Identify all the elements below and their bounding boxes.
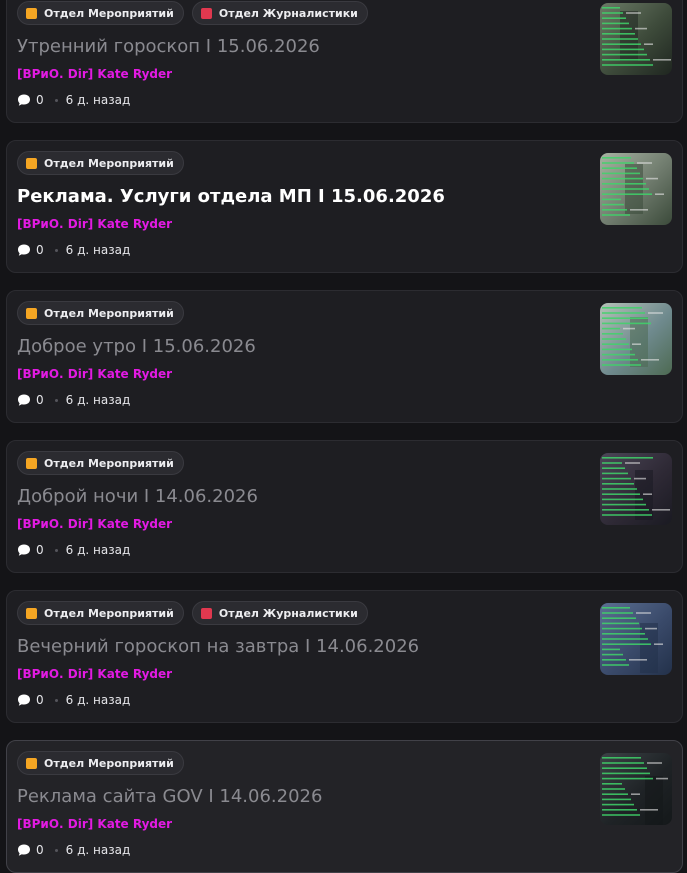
- tag-journalism[interactable]: Отдел Журналистики: [191, 601, 368, 625]
- post-card[interactable]: Отдел Мероприятий Отдел Журналистики Веч…: [6, 590, 683, 723]
- tag-label: Отдел Мероприятий: [44, 6, 174, 20]
- post-meta: 0 6 д. назад: [17, 93, 130, 107]
- separator-dot: [54, 548, 58, 552]
- comment-count: 0: [36, 243, 44, 257]
- post-card[interactable]: Отдел Мероприятий Доброе утро I 15.06.20…: [6, 290, 683, 423]
- post-time: 6 д. назад: [65, 393, 131, 407]
- post-author[interactable]: [ВРиО. Dir] Kate Ryder: [17, 367, 172, 381]
- post-thumbnail[interactable]: [600, 153, 672, 225]
- post-title[interactable]: Доброй ночи I 14.06.2026: [17, 486, 258, 507]
- orange-square-icon: [26, 457, 37, 469]
- orange-square-icon: [26, 157, 37, 169]
- post-card[interactable]: Отдел Мероприятий Реклама сайта GOV I 14…: [6, 740, 683, 873]
- post-meta: 0 6 д. назад: [17, 243, 130, 257]
- separator-dot: [54, 698, 58, 702]
- red-book-icon: [200, 7, 212, 19]
- separator-dot: [54, 848, 58, 852]
- comment-icon: [18, 844, 30, 856]
- tag-label: Отдел Мероприятий: [44, 756, 174, 770]
- comment-count: 0: [36, 93, 44, 107]
- comment-icon: [18, 694, 30, 706]
- post-thumbnail[interactable]: [600, 303, 672, 375]
- tag-journalism[interactable]: Отдел Журналистики: [191, 1, 368, 25]
- post-time: 6 д. назад: [65, 243, 131, 257]
- post-time: 6 д. назад: [65, 93, 131, 107]
- comment-count: 0: [36, 393, 44, 407]
- tag-label: Отдел Журналистики: [218, 6, 358, 20]
- post-thumbnail[interactable]: [600, 3, 672, 75]
- comment-icon: [18, 244, 30, 256]
- orange-square-icon: [26, 757, 37, 769]
- comment-count: 0: [36, 543, 44, 557]
- tag-label: Отдел Мероприятий: [44, 156, 174, 170]
- comment-count: 0: [36, 693, 44, 707]
- tag-list: Отдел Мероприятий: [17, 451, 184, 475]
- post-time: 6 д. назад: [65, 693, 131, 707]
- orange-square-icon: [26, 607, 37, 619]
- post-meta: 0 6 д. назад: [17, 393, 130, 407]
- post-title[interactable]: Реклама сайта GOV I 14.06.2026: [17, 786, 322, 807]
- post-author[interactable]: [ВРиО. Dir] Kate Ryder: [17, 217, 172, 231]
- post-thumbnail[interactable]: [600, 753, 672, 825]
- separator-dot: [54, 248, 58, 252]
- post-meta: 0 6 д. назад: [17, 543, 130, 557]
- post-time: 6 д. назад: [65, 843, 131, 857]
- tag-list: Отдел Мероприятий: [17, 751, 184, 775]
- tag-events[interactable]: Отдел Мероприятий: [17, 1, 184, 25]
- tag-events[interactable]: Отдел Мероприятий: [17, 601, 184, 625]
- tag-events[interactable]: Отдел Мероприятий: [17, 751, 184, 775]
- tag-list: Отдел Мероприятий Отдел Журналистики: [17, 601, 368, 625]
- post-feed: Отдел Мероприятий Отдел Журналистики Утр…: [0, 0, 687, 873]
- comment-icon: [18, 544, 30, 556]
- post-meta: 0 6 д. назад: [17, 693, 130, 707]
- post-thumbnail[interactable]: [600, 603, 672, 675]
- post-card[interactable]: Отдел Мероприятий Реклама. Услуги отдела…: [6, 140, 683, 273]
- post-author[interactable]: [ВРиО. Dir] Kate Ryder: [17, 667, 172, 681]
- comment-icon: [18, 394, 30, 406]
- post-thumbnail[interactable]: [600, 453, 672, 525]
- tag-list: Отдел Мероприятий: [17, 301, 184, 325]
- post-author[interactable]: [ВРиО. Dir] Kate Ryder: [17, 517, 172, 531]
- tag-events[interactable]: Отдел Мероприятий: [17, 301, 184, 325]
- post-card[interactable]: Отдел Мероприятий Отдел Журналистики Утр…: [6, 0, 683, 123]
- tag-events[interactable]: Отдел Мероприятий: [17, 451, 184, 475]
- separator-dot: [54, 98, 58, 102]
- post-title[interactable]: Реклама. Услуги отдела МП I 15.06.2026: [17, 186, 445, 207]
- post-author[interactable]: [ВРиО. Dir] Kate Ryder: [17, 817, 172, 831]
- tag-events[interactable]: Отдел Мероприятий: [17, 151, 184, 175]
- tag-list: Отдел Мероприятий Отдел Журналистики: [17, 1, 368, 25]
- tag-label: Отдел Мероприятий: [44, 456, 174, 470]
- post-title[interactable]: Доброе утро I 15.06.2026: [17, 336, 256, 357]
- post-time: 6 д. назад: [65, 543, 131, 557]
- red-book-icon: [200, 607, 212, 619]
- orange-square-icon: [26, 7, 37, 19]
- separator-dot: [54, 398, 58, 402]
- tag-label: Отдел Мероприятий: [44, 606, 174, 620]
- post-author[interactable]: [ВРиО. Dir] Kate Ryder: [17, 67, 172, 81]
- tag-list: Отдел Мероприятий: [17, 151, 184, 175]
- comment-icon: [18, 94, 30, 106]
- tag-label: Отдел Мероприятий: [44, 306, 174, 320]
- post-card[interactable]: Отдел Мероприятий Доброй ночи I 14.06.20…: [6, 440, 683, 573]
- post-title[interactable]: Вечерний гороскоп на завтра I 14.06.2026: [17, 636, 419, 657]
- orange-square-icon: [26, 307, 37, 319]
- post-title[interactable]: Утренний гороскоп I 15.06.2026: [17, 36, 320, 57]
- tag-label: Отдел Журналистики: [218, 606, 358, 620]
- post-meta: 0 6 д. назад: [17, 843, 130, 857]
- comment-count: 0: [36, 843, 44, 857]
